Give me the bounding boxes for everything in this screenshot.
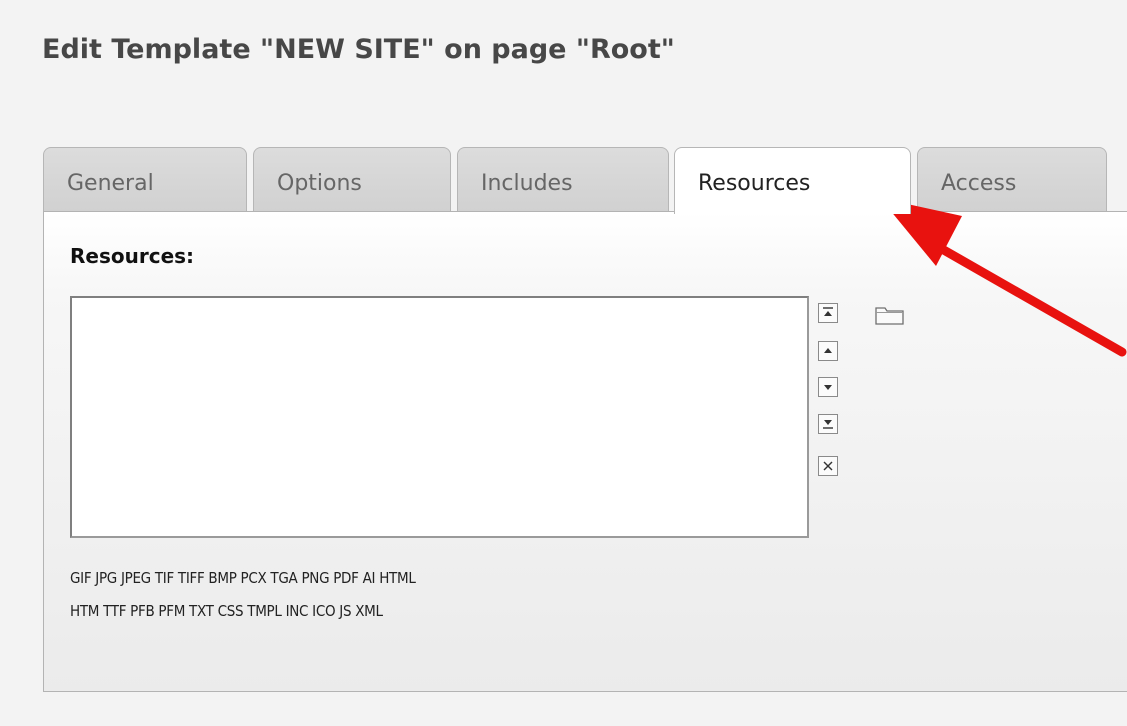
move-down-button[interactable] [818, 377, 838, 397]
move-to-bottom-button[interactable] [818, 414, 838, 434]
tab-label: Options [277, 171, 362, 196]
resources-list[interactable] [70, 296, 809, 538]
move-to-top-button[interactable] [818, 303, 838, 323]
page-title: Edit Template "NEW SITE" on page "Root" [42, 34, 675, 65]
move-to-top-icon [823, 307, 833, 316]
tab-options[interactable]: Options [253, 147, 451, 211]
tab-general[interactable]: General [43, 147, 247, 211]
tab-label: Includes [481, 171, 573, 196]
tab-includes[interactable]: Includes [457, 147, 669, 211]
tab-label: General [67, 171, 154, 196]
allowed-extensions-line-1: GIF JPG JPEG TIF TIFF BMP PCX TGA PNG PD… [70, 569, 416, 587]
remove-button[interactable] [818, 456, 838, 476]
resources-label: Resources: [70, 244, 195, 268]
move-to-bottom-icon [823, 420, 833, 429]
move-down-icon [824, 385, 832, 390]
remove-icon [823, 461, 833, 471]
allowed-extensions-line-2: HTM TTF PFB PFM TXT CSS TMPL INC ICO JS … [70, 602, 383, 620]
move-up-button[interactable] [818, 341, 838, 361]
tab-resources[interactable]: Resources [674, 147, 911, 214]
tab-label: Resources [698, 171, 811, 196]
move-up-icon [824, 348, 832, 353]
